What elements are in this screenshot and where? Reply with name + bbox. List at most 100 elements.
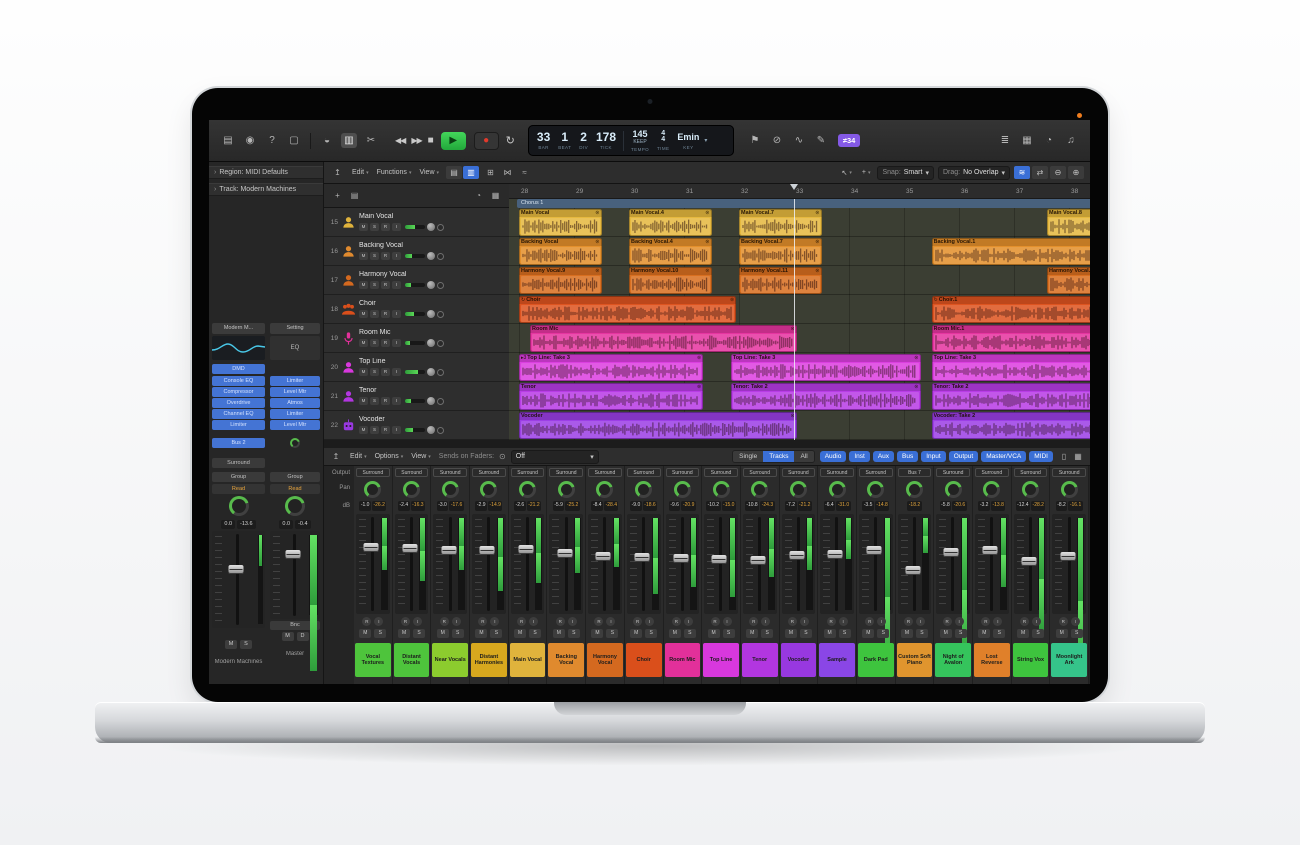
audio-fx-slot[interactable]: Compressor <box>212 387 265 397</box>
bar-ruler[interactable]: 28 29 30 31 32 33 34 35 36 37 38 <box>509 184 1090 199</box>
fader-cap[interactable] <box>1021 557 1037 566</box>
eq-thumbnail[interactable] <box>212 336 265 360</box>
input-monitor-button[interactable]: I <box>838 617 848 626</box>
track-volume-slider[interactable] <box>427 310 435 318</box>
solo-mode-icon[interactable]: ⊘ <box>769 133 785 148</box>
channel-pan-knob[interactable] <box>818 479 856 499</box>
track-input-button[interactable]: I <box>392 281 401 289</box>
sends-on-faders-select[interactable]: Off ▾ <box>510 449 599 464</box>
zoom-h-icon[interactable]: ⇄ <box>1032 166 1048 179</box>
channel-output-button[interactable]: Surround <box>858 468 893 477</box>
lcd-chevron-icon[interactable]: ▾ <box>704 137 707 144</box>
mute-button[interactable]: M <box>900 629 913 638</box>
channel-output-button[interactable]: Surround <box>665 468 700 477</box>
track-solo-button[interactable]: S <box>370 223 379 231</box>
arrange-area[interactable]: 28 29 30 31 32 33 34 35 36 37 38 Chorus 1 Main Voc… <box>509 184 1090 440</box>
solo-button[interactable]: S <box>529 629 542 638</box>
fader-cap[interactable] <box>402 544 418 553</box>
channel-name-label[interactable]: Distant Vocals <box>393 643 430 677</box>
input-monitor-button[interactable]: I <box>799 617 809 626</box>
solo-button[interactable]: S <box>451 629 464 638</box>
fader-cap[interactable] <box>518 545 534 554</box>
channel-output-button[interactable]: Surround <box>356 468 390 477</box>
playhead[interactable] <box>794 199 795 440</box>
mute-button[interactable]: M <box>978 629 991 638</box>
audio-fx-slot[interactable]: Limiter <box>270 409 320 419</box>
region[interactable]: Harmony Vocal.9 ⊗ <box>519 267 602 294</box>
track-pan-knob[interactable] <box>437 252 444 260</box>
region[interactable]: Backing Vocal.7 ⊗ <box>739 238 822 265</box>
region[interactable]: Tenor ⊗ <box>519 383 704 410</box>
quick-help-icon[interactable]: ? <box>264 133 280 148</box>
channel-pan-knob[interactable] <box>586 479 624 499</box>
region[interactable]: Main Vocal.8⊗ <box>1047 209 1090 236</box>
track-pan-knob[interactable] <box>437 281 444 289</box>
fader-cap[interactable] <box>789 551 805 560</box>
flex-button[interactable]: ≋ <box>1014 166 1030 179</box>
record-enable-button[interactable]: R <box>942 617 952 626</box>
solo-button[interactable]: S <box>799 629 812 638</box>
channel-name-label[interactable]: Custom Soft Piano <box>896 643 933 677</box>
track-record-button[interactable]: R <box>381 310 390 318</box>
solo-button[interactable]: S <box>722 629 735 638</box>
crossfade-tool-icon[interactable]: ⋈ <box>501 166 514 179</box>
solo-button[interactable]: S <box>877 629 890 638</box>
region[interactable]: Backing Vocal ⊗ <box>519 238 602 265</box>
track-header[interactable]: 22 Vocoder M S R I <box>324 411 509 440</box>
edit-menu[interactable]: Edit ▾ <box>349 167 372 178</box>
mixer-channel-strip[interactable]: Surround -1.0 -26.2 R I M S Vocal Textures <box>354 466 393 684</box>
view-menu[interactable]: View ▾ <box>416 167 442 178</box>
record-enable-button[interactable]: R <box>903 617 913 626</box>
channel-pan-knob[interactable] <box>741 479 779 499</box>
track-header[interactable]: 15 Main Vocal M S R I <box>324 208 509 237</box>
record-enable-button[interactable]: R <box>1020 617 1030 626</box>
track-input-button[interactable]: I <box>392 339 401 347</box>
zoom-out-icon[interactable]: ⊖ <box>1050 166 1066 179</box>
track-record-button[interactable]: R <box>381 281 390 289</box>
track-record-button[interactable]: R <box>381 223 390 231</box>
track-record-button[interactable]: R <box>381 368 390 376</box>
track-solo-button[interactable]: S <box>370 339 379 347</box>
record-enable-button[interactable]: R <box>362 617 372 626</box>
mute-button[interactable]: M <box>398 629 411 638</box>
filter-audio-button[interactable]: Audio <box>819 451 847 462</box>
channel-output-button[interactable]: Surround <box>820 468 854 477</box>
zoom-in-icon[interactable]: ⊕ <box>1068 166 1084 179</box>
sync-badge[interactable]: ≠34 <box>837 134 861 147</box>
automation-icon[interactable]: ∿ <box>791 133 807 148</box>
channel-pan-knob[interactable] <box>857 479 895 499</box>
scope-tracks-button[interactable]: Tracks <box>763 451 795 462</box>
mute-button[interactable]: M <box>591 629 604 638</box>
channel-fader[interactable] <box>549 514 584 614</box>
channel-fader[interactable] <box>858 514 893 668</box>
toolbar-toggle-icon[interactable]: ▢ <box>286 133 302 148</box>
output-slot[interactable]: Surround <box>212 458 265 468</box>
track-input-button[interactable]: I <box>392 397 401 405</box>
channel-fader[interactable] <box>626 514 661 614</box>
group-slot[interactable]: Group <box>212 472 265 482</box>
track-input-button[interactable]: I <box>392 310 401 318</box>
input-monitor-button[interactable]: I <box>993 617 1003 626</box>
channel-name-label[interactable]: Lost Reverse <box>974 643 1010 677</box>
region-inspector-header[interactable]: › Region: MIDI Defaults <box>209 166 323 179</box>
track-record-button[interactable]: R <box>381 339 390 347</box>
send-knob[interactable] <box>270 438 320 448</box>
secondary-tool-menu[interactable]: + ▾ <box>859 167 874 178</box>
filter-bus-button[interactable]: Bus <box>897 451 919 462</box>
solo-button[interactable]: S <box>1070 629 1083 638</box>
pan-knob[interactable] <box>212 496 265 516</box>
scope-single-button[interactable]: Single <box>733 451 764 462</box>
filter-master-vca-button[interactable]: Master/VCA <box>981 451 1027 462</box>
fader-cap[interactable] <box>285 550 300 560</box>
mute-button[interactable]: M <box>475 629 488 638</box>
track-volume-slider[interactable] <box>427 368 435 376</box>
channel-name-label[interactable]: String Vox <box>1012 643 1049 677</box>
solo-button[interactable]: S <box>490 629 503 638</box>
track-header[interactable]: 21 Tenor M S R I <box>324 382 509 411</box>
mute-button[interactable]: M <box>359 629 372 638</box>
record-enable-button[interactable]: R <box>1058 617 1068 626</box>
channel-output-button[interactable]: Surround <box>936 468 970 477</box>
smart-controls-icon[interactable]: ◒ <box>319 133 335 148</box>
midi-fx-slot[interactable]: DMD <box>212 364 265 374</box>
mixer-channel-strip[interactable]: Surround -3.2 -13.8 R I M S Lost Reverse <box>973 466 1012 684</box>
